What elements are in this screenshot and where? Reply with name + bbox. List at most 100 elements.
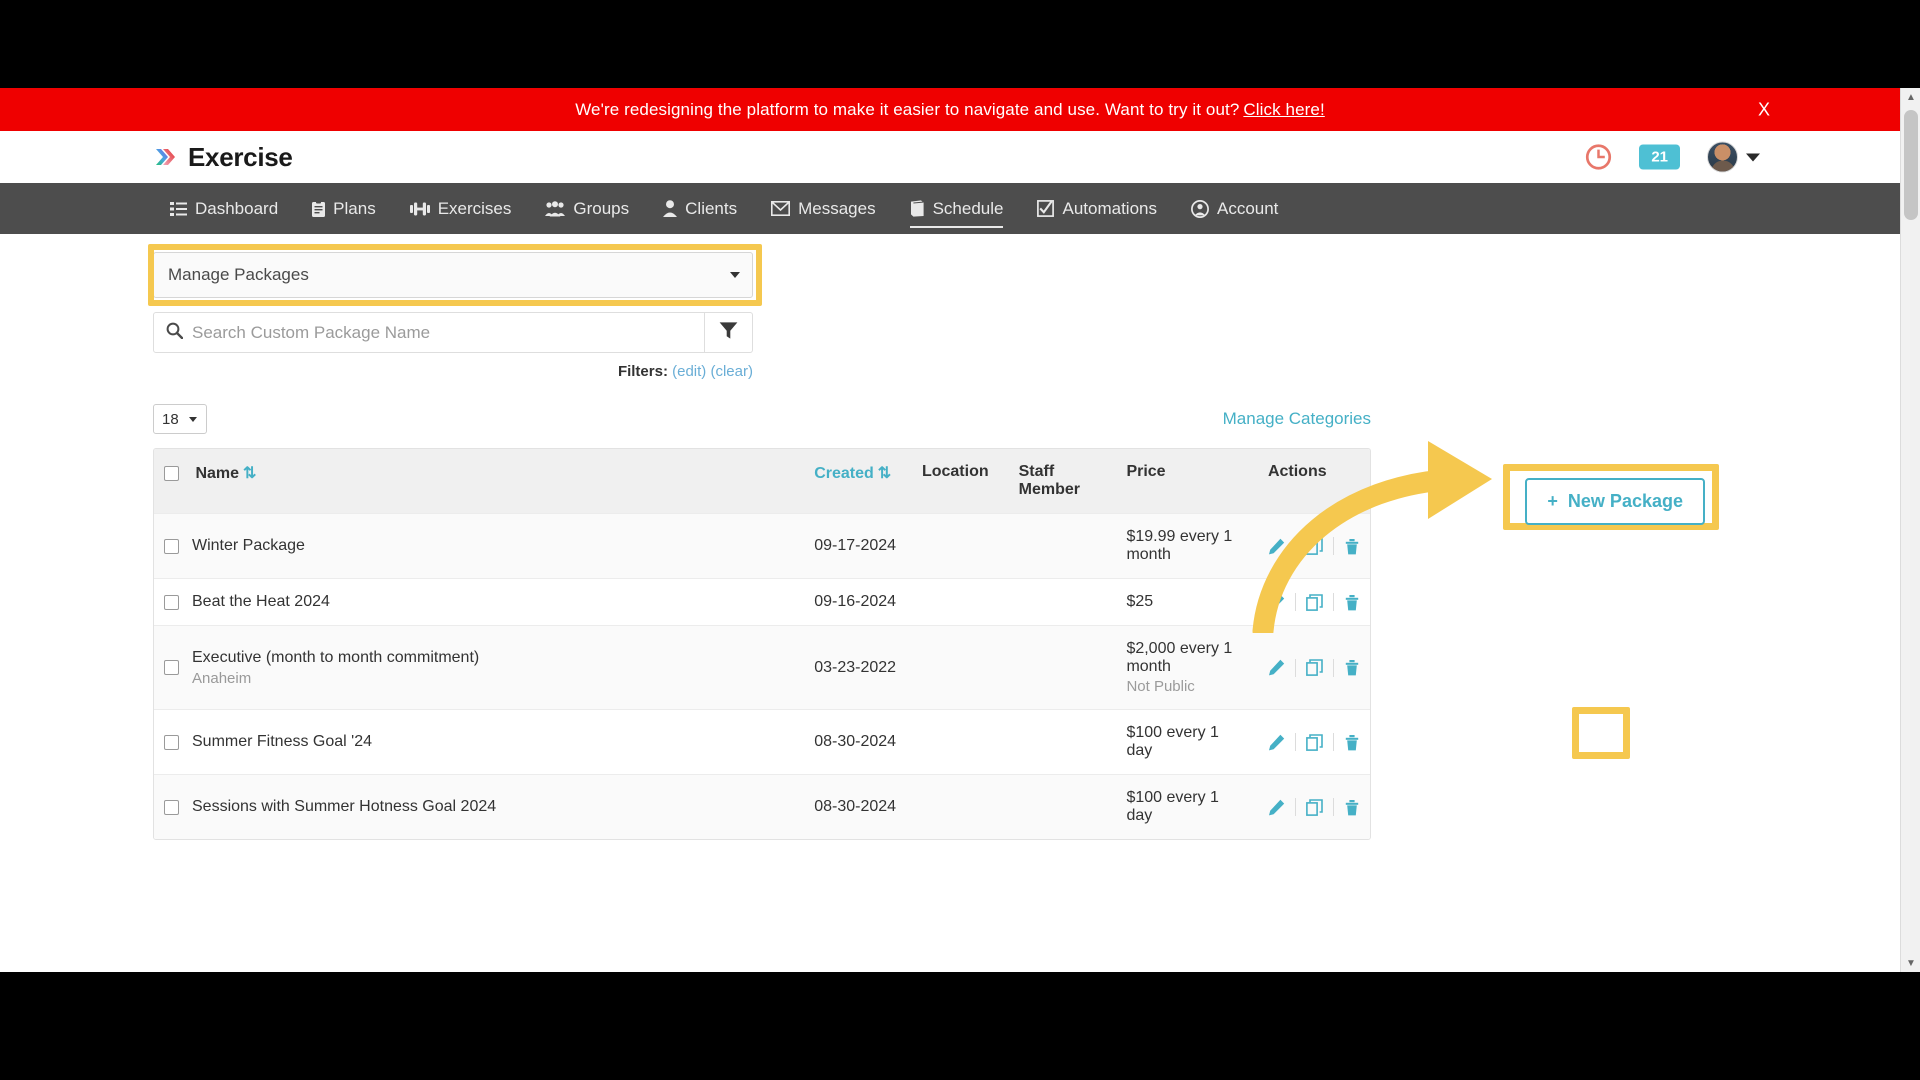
table-row[interactable]: Summer Fitness Goal '24 08-30-2024 $100 … — [154, 709, 1370, 775]
row-checkbox[interactable] — [164, 799, 179, 815]
column-header-actions: Actions — [1257, 449, 1370, 514]
package-select-row: Manage Packages — [148, 244, 1900, 306]
nav-item-schedule[interactable]: Schedule — [893, 183, 1021, 234]
nav-item-automations[interactable]: Automations — [1020, 183, 1174, 234]
cell-location — [911, 513, 1009, 579]
manage-categories-link[interactable]: Manage Categories — [1223, 409, 1371, 429]
cell-price: $25 — [1116, 578, 1258, 626]
package-name: Winter Package — [192, 537, 305, 554]
cell-location — [911, 625, 1009, 710]
nav-item-plans[interactable]: Plans — [295, 183, 393, 234]
filters-label: Filters: — [617, 363, 668, 380]
delete-package-button[interactable] — [1344, 734, 1360, 751]
edit-package-button[interactable] — [1268, 659, 1285, 676]
edit-package-button[interactable] — [1268, 734, 1285, 751]
delete-package-button[interactable] — [1344, 659, 1360, 676]
nav-item-account[interactable]: Account — [1174, 183, 1295, 234]
nav-item-dashboard[interactable]: Dashboard — [153, 183, 295, 234]
scroll-up-icon[interactable]: ▲ — [1901, 88, 1920, 106]
user-menu[interactable] — [1707, 141, 1760, 173]
action-divider — [1332, 733, 1334, 751]
header-actions: 21 — [1585, 141, 1760, 173]
nav-label: Groups — [573, 198, 630, 218]
edit-package-button[interactable] — [1268, 594, 1285, 611]
row-checkbox[interactable] — [164, 734, 179, 750]
search-box[interactable] — [153, 312, 705, 353]
close-banner-button[interactable]: X — [1758, 99, 1770, 120]
table-row[interactable]: Sessions with Summer Hotness Goal 2024 0… — [154, 774, 1370, 839]
clock-icon[interactable] — [1585, 144, 1612, 171]
cell-staff-member — [1008, 625, 1117, 710]
table-row[interactable]: Beat the Heat 2024 09-16-2024 $25 — [154, 578, 1370, 626]
column-header-name-label[interactable]: Name — [195, 465, 239, 482]
duplicate-package-button[interactable] — [1306, 659, 1323, 676]
scroll-down-icon[interactable]: ▼ — [1901, 954, 1920, 972]
price-value: $19.99 every 1 month — [1126, 528, 1233, 563]
package-name: Beat the Heat 2024 — [192, 593, 330, 610]
chevron-down-icon — [1746, 153, 1760, 161]
filters-clear-link[interactable]: (clear) — [710, 363, 753, 380]
column-header-created[interactable]: Created ⇅ — [804, 449, 912, 514]
column-header-staff-member: Staff Member — [1008, 449, 1117, 514]
action-divider — [1294, 593, 1296, 611]
plus-icon: + — [1547, 491, 1558, 511]
nav-item-exercises[interactable]: Exercises — [393, 183, 529, 234]
search-input[interactable] — [192, 322, 692, 343]
duplicate-package-button[interactable] — [1306, 537, 1323, 555]
cell-name: Winter Package — [154, 513, 805, 579]
new-package-button[interactable]: + New Package — [1525, 478, 1705, 525]
edit-package-button[interactable] — [1268, 538, 1285, 555]
delete-package-button[interactable] — [1344, 799, 1360, 816]
scrollbar-thumb[interactable] — [1904, 110, 1918, 220]
delete-package-button[interactable] — [1344, 594, 1360, 611]
price-note: Not Public — [1126, 678, 1195, 695]
cell-actions — [1257, 625, 1370, 710]
sort-icon[interactable]: ⇅ — [243, 463, 256, 483]
row-checkbox[interactable] — [164, 538, 179, 554]
brand-name: Exercise — [188, 141, 293, 172]
people-icon — [545, 200, 566, 217]
duplicate-package-button[interactable] — [1306, 798, 1323, 816]
column-header-name[interactable]: Name ⇅ — [154, 449, 805, 514]
checkbox-icon — [1037, 200, 1055, 217]
edit-package-button[interactable] — [1268, 799, 1285, 816]
row-checkbox[interactable] — [164, 594, 179, 610]
nav-label: Account — [1216, 198, 1279, 218]
cell-name: Sessions with Summer Hotness Goal 2024 — [154, 774, 805, 839]
price-value: $100 every 1 day — [1126, 724, 1219, 759]
sort-icon[interactable]: ⇅ — [878, 463, 891, 483]
search-row — [153, 312, 753, 353]
action-divider — [1332, 798, 1334, 816]
nav-item-clients[interactable]: Clients — [646, 183, 754, 234]
select-all-checkbox[interactable] — [164, 466, 179, 482]
table-body: Winter Package 09-17-2024 $19.99 every 1… — [154, 513, 1370, 839]
cell-actions — [1257, 578, 1370, 626]
filters-line: Filters: (edit) (clear) — [153, 363, 753, 380]
duplicate-package-button[interactable] — [1306, 733, 1323, 751]
notification-badge[interactable]: 21 — [1639, 144, 1680, 170]
dumbbell-icon — [409, 201, 430, 217]
cell-actions — [1257, 774, 1370, 839]
table-row[interactable]: Executive (month to month commitment) An… — [154, 625, 1370, 710]
user-circle-icon — [1191, 199, 1209, 218]
filter-button[interactable] — [705, 312, 753, 353]
logo[interactable]: Exercise — [153, 142, 293, 173]
nav-item-messages[interactable]: Messages — [754, 183, 892, 234]
column-header-created-label: Created — [814, 465, 874, 482]
manage-packages-select[interactable]: Manage Packages — [153, 252, 753, 298]
table-row[interactable]: Winter Package 09-17-2024 $19.99 every 1… — [154, 513, 1370, 579]
filters-edit-link[interactable]: (edit) — [672, 363, 706, 380]
nav-item-groups[interactable]: Groups — [528, 183, 646, 234]
nav-label: Exercises — [437, 198, 512, 218]
announcement-link[interactable]: Click here! — [1243, 100, 1324, 119]
duplicate-package-button[interactable] — [1306, 593, 1323, 611]
cell-price: $19.99 every 1 month — [1116, 513, 1258, 579]
cell-created: 08-30-2024 — [804, 774, 912, 839]
delete-package-button[interactable] — [1344, 538, 1360, 555]
page-scrollbar[interactable]: ▲ ▼ — [1900, 88, 1920, 972]
announcement-banner: We're redesigning the platform to make i… — [0, 88, 1900, 131]
page-size-select[interactable]: 18 — [153, 404, 207, 434]
table-header-row: Name ⇅ Created ⇅ Location Staff Member Pri… — [154, 449, 1370, 514]
chevron-down-icon — [188, 416, 197, 422]
row-checkbox[interactable] — [164, 660, 179, 675]
